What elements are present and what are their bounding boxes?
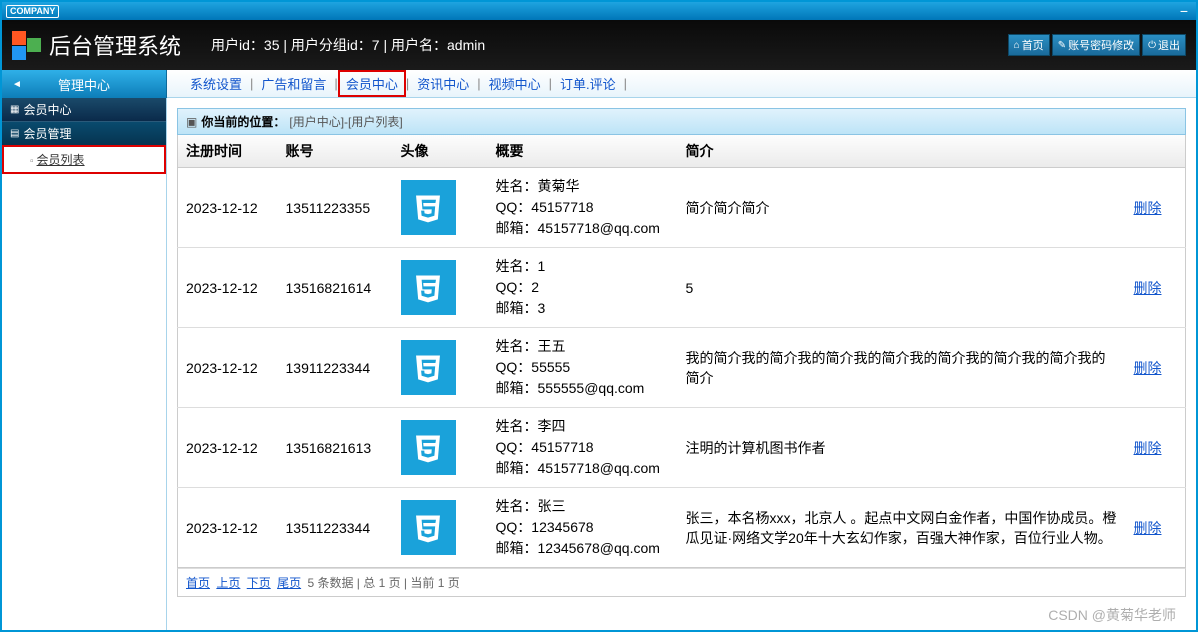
table-body: 2023-12-1213511223355姓名：黄菊华QQ：45157718邮箱… [178,168,1186,568]
home-icon: ⌂ [1014,40,1020,51]
cell-action: 删除 [1126,248,1186,328]
table-header-cell [1126,135,1186,168]
avatar-icon [401,260,456,315]
table-row: 2023-12-1213911223344 姓名：王五QQ：55555邮箱：555… [178,328,1186,408]
top-nav: 系统设置 | 广告和留言 | 会员中心 | 资讯中心 | 视频中心 | 订单.评… [2,70,1196,98]
pager-next[interactable]: 下页 [247,576,271,590]
cell-intro: 我的简介我的简介我的简介我的简介我的简介我的简介我的简介我的简介 [678,328,1126,408]
avatar-icon [401,420,456,475]
cell-intro: 张三，本名杨xxx，北京人 。起点中文网白金作者，中国作协成员。橙瓜见证·网络文… [678,488,1126,568]
sidebar-item-member-list[interactable]: ▫会员列表 [2,145,166,174]
pager-first[interactable]: 首页 [186,576,210,590]
cell-avatar [393,248,488,328]
cell-time: 2023-12-12 [178,248,278,328]
delete-link[interactable]: 删除 [1134,440,1162,456]
cell-avatar [393,168,488,248]
avatar-icon [401,340,456,395]
pager-last[interactable]: 尾页 [277,576,301,590]
user-info: 用户id：35 | 用户分组id：7 | 用户名：admin [211,35,1008,55]
delete-link[interactable]: 删除 [1134,360,1162,376]
sidebar-group-member-center[interactable]: ▦ 会员中心 [2,98,166,121]
cell-summary: 姓名：1QQ：2邮箱：3 [488,248,678,328]
cell-avatar [393,328,488,408]
grid-icon: ▦ [10,104,19,115]
cell-time: 2023-12-12 [178,488,278,568]
table-row: 2023-12-1213511223344 姓名：张三QQ：12345678邮箱：… [178,488,1186,568]
cell-time: 2023-12-12 [178,168,278,248]
pager-info: 5 条数据 | 总 1 页 | 当前 1 页 [307,576,459,590]
pager-prev[interactable]: 上页 [216,576,240,590]
topnav-item-0[interactable]: 系统设置 [182,74,250,93]
minimize-icon[interactable]: − [1176,3,1192,19]
app-title: 后台管理系统 [49,29,181,61]
topnav-item-1[interactable]: 广告和留言 [253,74,334,93]
cell-avatar [393,408,488,488]
breadcrumb-label: 你当前的位置： [201,113,285,130]
delete-link[interactable]: 删除 [1134,200,1162,216]
table-row: 2023-12-1213516821614 姓名：1QQ：2邮箱：35 删除 [178,248,1186,328]
cell-summary: 姓名：黄菊华QQ：45157718邮箱：45157718@qq.com [488,168,678,248]
cell-account: 13511223355 [278,168,393,248]
sidebar: 管理中心 ▦ 会员中心 ▤ 会员管理 ▫会员列表 [2,98,167,630]
logo-icon [12,31,41,60]
password-button[interactable]: ✎账号密码修改 [1052,34,1140,56]
list-icon: ▤ [10,128,19,139]
sidebar-subgroup-member-mgmt[interactable]: ▤ 会员管理 [2,121,166,145]
cell-account: 13516821614 [278,248,393,328]
table-header-cell: 头像 [393,135,488,168]
app-header: 后台管理系统 用户id：35 | 用户分组id：7 | 用户名：admin ⌂首… [2,20,1196,70]
cell-action: 删除 [1126,408,1186,488]
cell-avatar [393,488,488,568]
cell-action: 删除 [1126,168,1186,248]
table-header-row: 注册时间账号头像概要简介 [178,135,1186,168]
table-header-cell: 概要 [488,135,678,168]
cell-summary: 姓名：王五QQ：55555邮箱：555555@qq.com [488,328,678,408]
topnav-item-2[interactable]: 会员中心 [338,70,406,97]
avatar-icon [401,180,456,235]
breadcrumb-path: [用户中心]-[用户列表] [289,113,402,130]
cell-intro: 注明的计算机图书作者 [678,408,1126,488]
cell-action: 删除 [1126,488,1186,568]
table-row: 2023-12-1213511223355 姓名：黄菊华QQ：45157718邮箱… [178,168,1186,248]
home-button[interactable]: ⌂首页 [1008,34,1050,56]
table-header-cell: 账号 [278,135,393,168]
edit-icon: ✎ [1058,40,1066,51]
table-header-cell: 简介 [678,135,1126,168]
sidebar-header[interactable]: 管理中心 [2,70,167,98]
topnav-item-5[interactable]: 订单.评论 [552,74,624,93]
cell-action: 删除 [1126,328,1186,408]
cell-account: 13511223344 [278,488,393,568]
breadcrumb: ▣ 你当前的位置： [用户中心]-[用户列表] [177,108,1186,135]
avatar-icon [401,500,456,555]
window-titlebar: COMPANY − [2,2,1196,20]
power-icon: ⏻ [1148,40,1156,51]
cell-summary: 姓名：李四QQ：45157718邮箱：45157718@qq.com [488,408,678,488]
pager: 首页 上页 下页 尾页 5 条数据 | 总 1 页 | 当前 1 页 [177,568,1186,597]
delete-link[interactable]: 删除 [1134,520,1162,536]
member-table: 注册时间账号头像概要简介 2023-12-1213511223355姓名：黄菊华… [177,135,1186,568]
cell-time: 2023-12-12 [178,408,278,488]
cell-intro: 5 [678,248,1126,328]
document-icon: ▫ [30,156,34,167]
topnav-item-4[interactable]: 视频中心 [481,74,549,93]
cell-account: 13516821613 [278,408,393,488]
cell-intro: 简介简介简介 [678,168,1126,248]
main-content: ▣ 你当前的位置： [用户中心]-[用户列表] 注册时间账号头像概要简介 202… [167,98,1196,630]
cell-summary: 姓名：张三QQ：12345678邮箱：12345678@qq.com [488,488,678,568]
cell-time: 2023-12-12 [178,328,278,408]
table-row: 2023-12-1213516821613 姓名：李四QQ：45157718邮箱：… [178,408,1186,488]
topnav-item-3[interactable]: 资讯中心 [409,74,477,93]
delete-link[interactable]: 删除 [1134,280,1162,296]
cell-account: 13911223344 [278,328,393,408]
location-icon: ▣ [186,115,197,129]
table-header-cell: 注册时间 [178,135,278,168]
logout-button[interactable]: ⏻退出 [1142,34,1186,56]
company-badge: COMPANY [6,5,59,18]
